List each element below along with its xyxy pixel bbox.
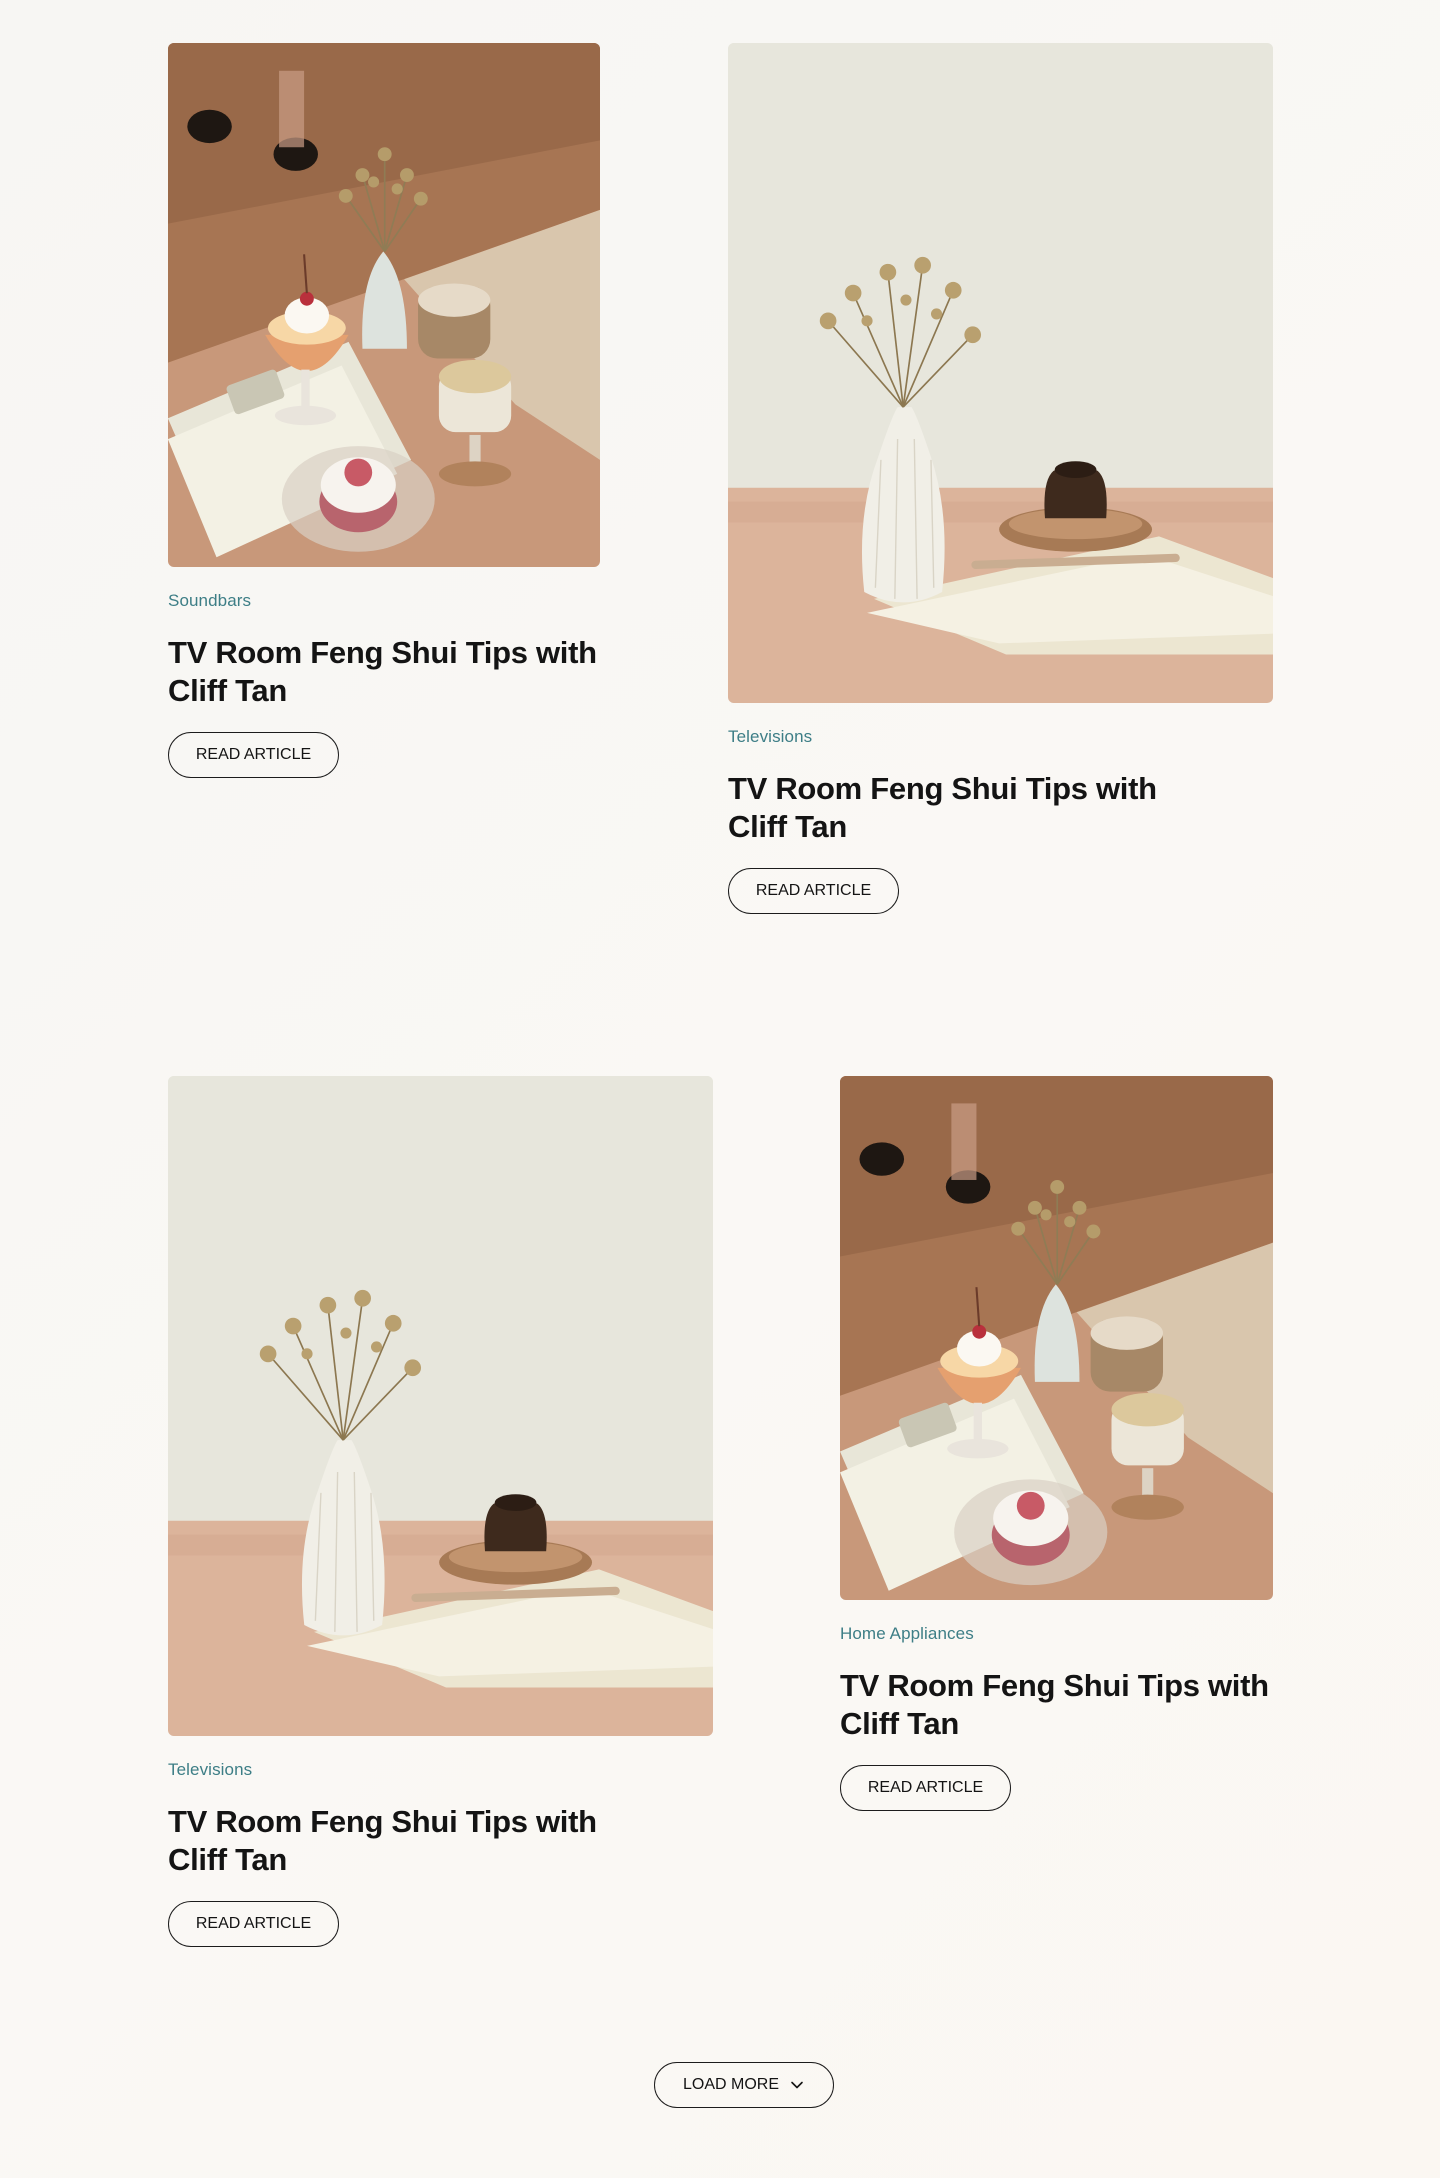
article-category[interactable]: Home Appliances	[840, 1624, 1273, 1646]
vase-and-cake-photo	[168, 1076, 713, 1736]
article-category[interactable]: Soundbars	[168, 591, 600, 613]
read-article-button[interactable]: READ ARTICLE	[728, 868, 899, 914]
article-image[interactable]	[728, 43, 1273, 703]
article-card: Televisions TV Room Feng Shui Tips with …	[168, 1076, 713, 1947]
load-more-button[interactable]: LOAD MORE	[654, 2062, 834, 2108]
article-image[interactable]	[168, 1076, 713, 1736]
article-title[interactable]: TV Room Feng Shui Tips with Cliff Tan	[840, 1667, 1280, 1743]
article-card: Soundbars TV Room Feng Shui Tips with Cl…	[168, 43, 600, 778]
article-title[interactable]: TV Room Feng Shui Tips with Cliff Tan	[168, 1803, 608, 1879]
cafe-table-dessert-photo	[168, 43, 600, 567]
chevron-down-icon	[791, 2081, 803, 2089]
article-title[interactable]: TV Room Feng Shui Tips with Cliff Tan	[728, 770, 1168, 846]
article-category[interactable]: Televisions	[168, 1760, 713, 1782]
load-more-label: LOAD MORE	[682, 2076, 779, 2093]
cafe-table-dessert-photo	[840, 1076, 1273, 1600]
article-image[interactable]	[840, 1076, 1273, 1600]
vase-and-cake-photo	[728, 43, 1273, 703]
article-card: Televisions TV Room Feng Shui Tips with …	[728, 43, 1273, 914]
read-article-button[interactable]: READ ARTICLE	[168, 732, 339, 778]
read-article-button[interactable]: READ ARTICLE	[840, 1765, 1011, 1811]
article-category[interactable]: Televisions	[728, 727, 1273, 749]
read-article-button[interactable]: READ ARTICLE	[168, 1901, 339, 1947]
article-card: Home Appliances TV Room Feng Shui Tips w…	[840, 1076, 1273, 1811]
article-title[interactable]: TV Room Feng Shui Tips with Cliff Tan	[168, 634, 608, 710]
article-image[interactable]	[168, 43, 600, 567]
